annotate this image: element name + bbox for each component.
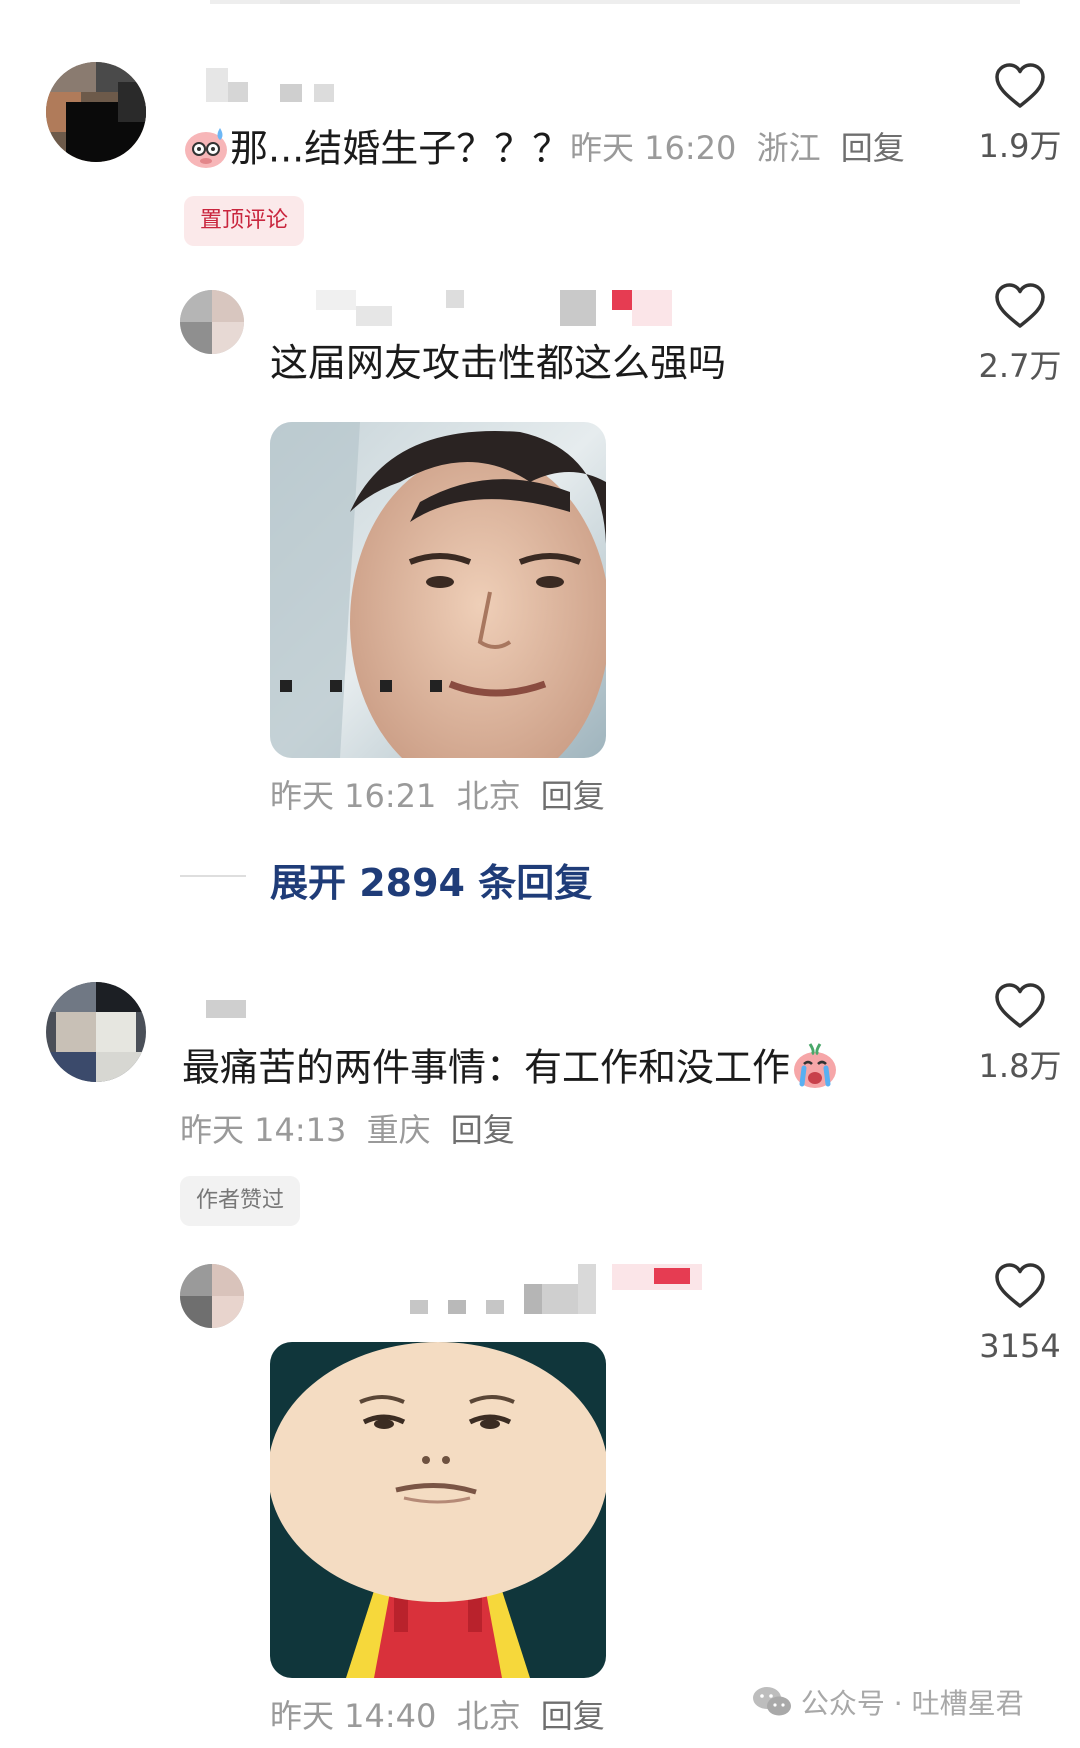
comment-location: 浙江	[756, 129, 821, 167]
username-redacted[interactable]	[316, 290, 696, 326]
reply-text: 这届网友攻击性都这么强吗	[270, 341, 727, 385]
wechat-icon	[752, 1685, 792, 1726]
username-redacted[interactable]	[206, 1000, 246, 1020]
reply-location: 北京	[456, 1697, 521, 1735]
reply-time: 昨天 16:21	[270, 777, 437, 815]
smiling-man-sticker[interactable]	[270, 422, 606, 758]
reply-button[interactable]: 回复	[541, 777, 605, 815]
like-count: 3154	[979, 1327, 1061, 1365]
reply-button[interactable]: 回复	[841, 129, 905, 167]
like-count: 1.9万	[978, 127, 1062, 165]
comment-time: 昨天 16:20	[570, 129, 737, 167]
reply-time: 昨天 14:40	[270, 1697, 437, 1735]
comment-text: 那...结婚生子？？？	[182, 122, 570, 180]
like-count: 1.8万	[978, 1047, 1062, 1085]
heart-outline-icon	[995, 1263, 1045, 1308]
comment-time: 昨天 14:13	[180, 1111, 347, 1149]
like-button[interactable]: 1.9万	[960, 62, 1080, 166]
like-count: 2.7万	[978, 347, 1062, 385]
pinned-tag: 置顶评论	[184, 196, 305, 246]
avatar[interactable]	[180, 290, 244, 354]
heart-outline-icon	[995, 63, 1045, 108]
expand-replies-button[interactable]: 展开 2894 条回复	[270, 852, 592, 907]
comment-meta: 昨天 16:20 浙江 回复	[570, 128, 915, 168]
crying-pig-emoji	[790, 1040, 840, 1100]
watermark: 公众号 · 吐槽星君	[752, 1682, 1024, 1726]
avatar[interactable]	[46, 982, 146, 1082]
like-button[interactable]: 1.8万	[960, 982, 1080, 1086]
like-button[interactable]: 3154	[960, 1262, 1080, 1366]
avatar[interactable]	[46, 62, 146, 162]
top-divider-mark	[280, 0, 320, 4]
top-divider	[210, 0, 1020, 4]
reply-meta: 昨天 16:21 北京 回复	[270, 776, 615, 816]
reply-meta: 昨天 14:40 北京 回复	[270, 1696, 615, 1736]
sweating-pig-emoji	[182, 122, 230, 180]
heart-outline-icon	[995, 983, 1045, 1028]
author-liked-tag: 作者赞过	[180, 1176, 301, 1226]
reply-button[interactable]: 回复	[541, 1697, 605, 1735]
expand-divider	[180, 875, 246, 877]
comment-text: 最痛苦的两件事情：有工作和没工作	[182, 1040, 840, 1100]
heart-outline-icon	[995, 283, 1045, 328]
reply-location: 北京	[456, 777, 521, 815]
username-redacted[interactable]	[352, 1264, 712, 1314]
like-button[interactable]: 2.7万	[960, 282, 1080, 386]
round-face-cartoon-sticker[interactable]	[270, 1342, 606, 1678]
username-redacted[interactable]	[206, 68, 336, 102]
comment-meta: 昨天 14:13 重庆 回复	[180, 1110, 525, 1150]
comment-location: 重庆	[366, 1111, 431, 1149]
avatar[interactable]	[180, 1264, 244, 1328]
reply-button[interactable]: 回复	[451, 1111, 515, 1149]
